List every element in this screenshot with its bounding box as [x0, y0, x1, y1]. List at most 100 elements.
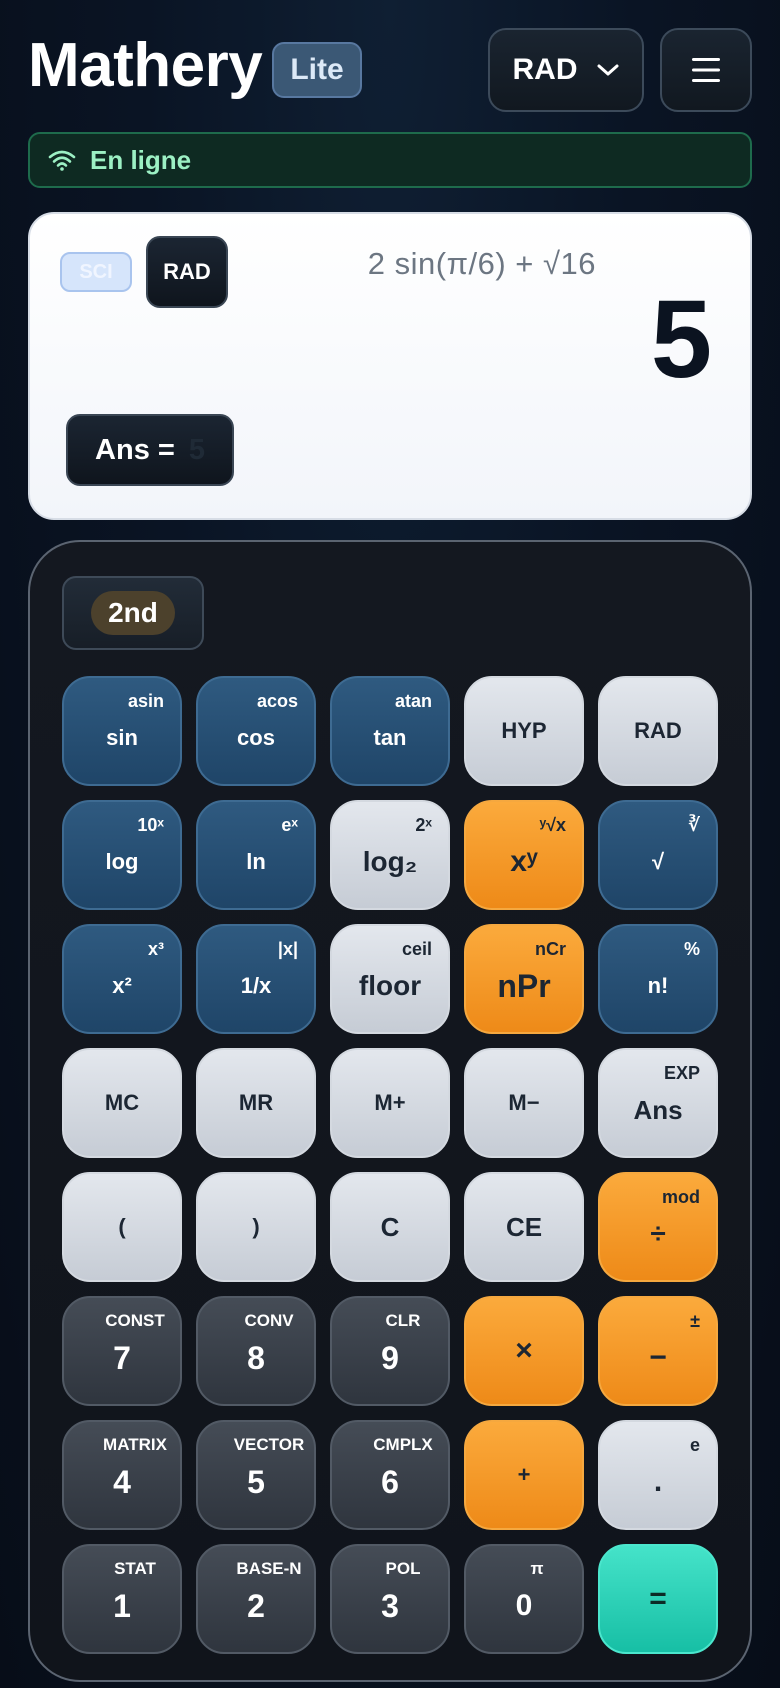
ln-key[interactable]: ln eˣ	[196, 800, 316, 910]
lite-badge: Lite	[272, 42, 362, 98]
digit-0-key-secondary-label: π	[530, 1559, 544, 1578]
digit-2-key-secondary-label: BASE-N	[236, 1559, 302, 1578]
log2-key-secondary-label: 2ˣ	[415, 815, 432, 835]
npr-key-label: nPr	[497, 967, 551, 1004]
angle-mode-dropdown[interactable]: RAD	[488, 28, 644, 112]
power-key[interactable]: xʸ ʸ√x	[464, 800, 584, 910]
log-key-label: log	[105, 849, 139, 874]
hyp-key[interactable]: HYP	[464, 676, 584, 786]
digit-9-key[interactable]: 9 CLR	[330, 1296, 450, 1406]
keypad: 2nd sin asin cos acos tan atan HYP RAD log 10ˣ ln e…	[28, 540, 752, 1682]
floor-key[interactable]: floor ceil	[330, 924, 450, 1034]
digit-7-key[interactable]: 7 CONST	[62, 1296, 182, 1406]
square-key-secondary-label: x³	[147, 939, 164, 959]
ans-recall-button[interactable]: Ans = 5	[66, 414, 234, 486]
digit-9-key-label: 9	[381, 1339, 399, 1376]
second-label: 2nd	[91, 591, 175, 635]
reciprocal-key[interactable]: 1/x |x|	[196, 924, 316, 1034]
ans-value: 5	[188, 433, 205, 466]
power-key-label: xʸ	[510, 845, 538, 878]
tan-key-secondary-label: atan	[394, 691, 432, 711]
tan-key-label: tan	[373, 725, 407, 750]
menu-button[interactable]	[660, 28, 752, 112]
equals-key-label: =	[649, 1582, 667, 1615]
digit-0-key-label: 0	[515, 1589, 533, 1622]
log2-key[interactable]: log₂ 2ˣ	[330, 800, 450, 910]
rad-key[interactable]: RAD	[598, 676, 718, 786]
m-minus-key[interactable]: M−	[464, 1048, 584, 1158]
tan-key[interactable]: tan atan	[330, 676, 450, 786]
mc-key-label: MC	[104, 1090, 140, 1115]
cos-key-secondary-label: acos	[256, 691, 298, 711]
close-paren-key[interactable]: )	[196, 1172, 316, 1282]
multiply-key-label: ×	[515, 1334, 533, 1367]
second-function-button[interactable]: 2nd	[62, 576, 204, 650]
ans-key-label: Ans	[633, 1094, 683, 1125]
open-paren-key[interactable]: (	[62, 1172, 182, 1282]
digit-8-key-label: 8	[247, 1339, 265, 1376]
clear-key[interactable]: C	[330, 1172, 450, 1282]
decimal-key-label: .	[653, 1465, 663, 1498]
rad-key-label: RAD	[634, 718, 682, 743]
add-key[interactable]: +	[464, 1420, 584, 1530]
open-paren-key-label: (	[118, 1214, 126, 1239]
clear-entry-key-label: CE	[505, 1211, 543, 1242]
digit-7-key-secondary-label: CONST	[105, 1311, 165, 1330]
hamburger-menu-icon	[692, 58, 720, 82]
digit-8-key-secondary-label: CONV	[244, 1311, 294, 1330]
factorial-key[interactable]: n!%	[598, 924, 718, 1034]
m-plus-key[interactable]: M+	[330, 1048, 450, 1158]
sqrt-key[interactable]: √ ∛	[598, 800, 718, 910]
digit-2-key-label: 2	[247, 1587, 265, 1624]
sin-key-label: sin	[106, 725, 138, 750]
angle-mode-label: RAD	[512, 53, 578, 86]
decimal-key[interactable]: .e	[598, 1420, 718, 1530]
cos-key[interactable]: cos acos	[196, 676, 316, 786]
digit-0-key[interactable]: 0π	[464, 1544, 584, 1654]
digit-4-key-secondary-label: MATRIX	[103, 1435, 167, 1454]
factorial-key-secondary-label: %	[683, 939, 700, 959]
wifi-icon	[48, 150, 76, 171]
clear-entry-key[interactable]: CE	[464, 1172, 584, 1282]
digit-1-key[interactable]: 1 STAT	[62, 1544, 182, 1654]
subtract-key-label: −	[649, 1341, 667, 1374]
square-key-label: x²	[112, 973, 132, 998]
sci-mode-chip[interactable]: SCI	[60, 252, 132, 292]
log-key[interactable]: log 10ˣ	[62, 800, 182, 910]
status-text: En ligne	[90, 144, 192, 175]
subtract-key[interactable]: − ±	[598, 1296, 718, 1406]
digit-6-key[interactable]: 6 CMPLX	[330, 1420, 450, 1530]
square-key[interactable]: x² x³	[62, 924, 182, 1034]
digit-2-key[interactable]: 2 BASE-N	[196, 1544, 316, 1654]
sin-key-secondary-label: asin	[127, 691, 164, 711]
sin-key[interactable]: sin asin	[62, 676, 182, 786]
app-title: Mathery	[28, 31, 263, 100]
rad-mode-chip[interactable]: RAD	[146, 236, 228, 308]
npr-key[interactable]: nPr nCr	[464, 924, 584, 1034]
multiply-key[interactable]: ×	[464, 1296, 584, 1406]
digit-9-key-secondary-label: CLR	[385, 1311, 421, 1330]
digit-5-key-label: 5	[247, 1463, 265, 1500]
mr-key[interactable]: MR	[196, 1048, 316, 1158]
subtract-key-secondary-label: ±	[690, 1311, 700, 1331]
digit-5-key[interactable]: 5 VECTOR	[196, 1420, 316, 1530]
ans-key[interactable]: Ans EXP	[598, 1048, 718, 1158]
digit-3-key[interactable]: 3 POL	[330, 1544, 450, 1654]
digit-3-key-label: 3	[381, 1587, 399, 1624]
hyp-key-label: HYP	[501, 718, 547, 743]
reciprocal-key-secondary-label: |x|	[277, 939, 298, 959]
digit-1-key-label: 1	[113, 1587, 131, 1624]
mc-key[interactable]: MC	[62, 1048, 182, 1158]
digit-3-key-secondary-label: POL	[385, 1559, 421, 1578]
close-paren-key-label: )	[252, 1214, 260, 1239]
equals-key[interactable]: =	[598, 1544, 718, 1654]
expression-text: 2 sin(π/6) + √16	[367, 246, 596, 281]
floor-key-label: floor	[358, 970, 422, 1001]
cos-key-label: cos	[237, 725, 275, 750]
power-key-secondary-label: ʸ√x	[539, 815, 566, 835]
digit-4-key[interactable]: 4 MATRIX	[62, 1420, 182, 1530]
ans-label: Ans =	[95, 433, 175, 466]
floor-key-secondary-label: ceil	[401, 939, 432, 959]
divide-key[interactable]: ÷ mod	[598, 1172, 718, 1282]
digit-8-key[interactable]: 8 CONV	[196, 1296, 316, 1406]
